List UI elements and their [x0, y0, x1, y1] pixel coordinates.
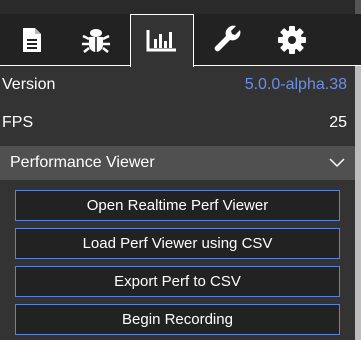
section-title: Performance Viewer: [10, 154, 155, 171]
chevron-down-icon: [329, 158, 345, 168]
tab-settings[interactable]: [260, 14, 324, 66]
inspector-panel: Version 5.0.0-alpha.38 FPS 25 Performanc…: [0, 0, 361, 340]
statistics-content: Version 5.0.0-alpha.38 FPS 25 Performanc…: [0, 66, 355, 340]
open-realtime-perf-viewer-button[interactable]: Open Realtime Perf Viewer: [15, 190, 340, 221]
version-row: Version 5.0.0-alpha.38: [0, 66, 355, 104]
performance-viewer-header[interactable]: Performance Viewer: [0, 146, 355, 180]
export-perf-csv-button[interactable]: Export Perf to CSV: [15, 266, 340, 297]
gear-icon: [278, 26, 306, 54]
tab-debug[interactable]: [64, 14, 128, 66]
tab-properties[interactable]: [0, 14, 64, 66]
version-label: Version: [2, 76, 56, 93]
version-value[interactable]: 5.0.0-alpha.38: [245, 76, 347, 94]
content-scrollbar[interactable]: [355, 66, 361, 340]
tab-tools[interactable]: [196, 14, 260, 66]
scrollbar-thumb[interactable]: [355, 66, 361, 340]
tab-statistics[interactable]: [130, 14, 194, 67]
top-scroll-strip: [0, 0, 361, 14]
fps-row: FPS 25: [0, 104, 355, 142]
file-icon: [23, 28, 41, 52]
tab-bar: [0, 14, 361, 67]
wrench-icon: [214, 25, 241, 52]
fps-value: 25: [329, 114, 347, 131]
fps-label: FPS: [2, 114, 34, 131]
begin-recording-button[interactable]: Begin Recording: [15, 304, 340, 335]
load-perf-viewer-csv-button[interactable]: Load Perf Viewer using CSV: [15, 228, 340, 259]
bug-icon: [82, 29, 110, 53]
top-scroll-thumb[interactable]: [355, 0, 361, 14]
chart-icon: [146, 30, 176, 52]
